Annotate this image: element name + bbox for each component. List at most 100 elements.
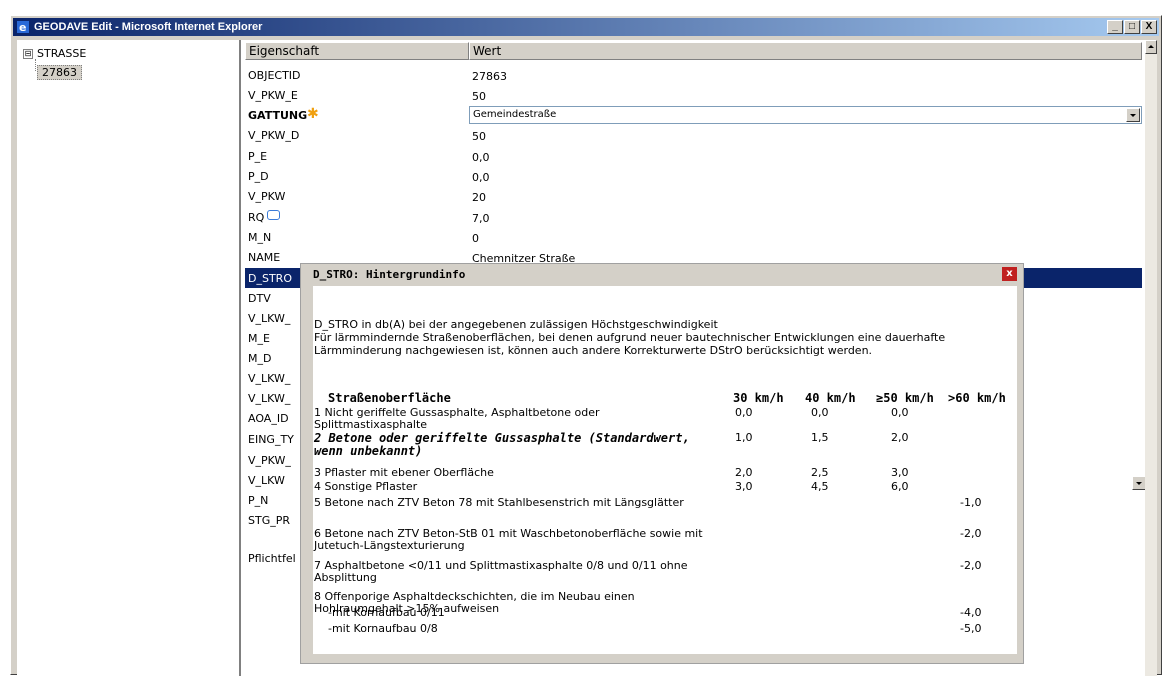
correction-value: 0,0 (891, 406, 909, 419)
chevron-down-icon[interactable] (1126, 108, 1140, 122)
surface-description: 2 Betone oder geriffelte Gussasphalte (S… (314, 431, 690, 458)
table-row[interactable]: RQ 7,0 (245, 207, 1142, 227)
window-title: GEODAVE Edit - Microsoft Internet Explor… (34, 21, 263, 33)
asterisk-icon: ✱ (307, 106, 319, 122)
close-button[interactable]: X (1141, 20, 1157, 34)
correction-value: -1,0 (960, 496, 982, 509)
property-name: NAME (248, 251, 281, 264)
surface-description: 7 Asphaltbetone <0/11 und Splittmastixas… (314, 559, 688, 584)
property-name: EING_TY (248, 433, 294, 446)
correction-value: 6,0 (891, 480, 909, 493)
property-value[interactable]: 50 (472, 90, 486, 103)
popup-title: D_STRO: Hintergrundinfo (313, 268, 466, 281)
col-header-30: 30 km/h (733, 391, 784, 405)
property-name: V_LKW_ (248, 392, 291, 405)
surface-description: -mit Kornaufbau 0/11 (328, 606, 445, 619)
table-row[interactable]: V_PKW_E 50 (245, 85, 1142, 105)
correction-value: 2,0 (891, 431, 909, 444)
collapse-icon[interactable]: ⊟ (23, 49, 33, 59)
property-value[interactable]: 7,0 (472, 212, 490, 225)
svg-text:e: e (19, 21, 26, 34)
property-name: P_D (248, 170, 269, 183)
scroll-up-button[interactable] (1145, 40, 1157, 54)
property-name: D_STRO (248, 272, 292, 285)
popup-close-button[interactable]: x (1002, 267, 1017, 281)
property-name: AOA_ID (248, 412, 289, 425)
gattung-select[interactable]: Gemeindestraße (469, 106, 1142, 124)
property-name: V_PKW_E (248, 89, 298, 102)
popup-body: D_STRO in db(A) bei der angegebenen zulä… (313, 286, 1017, 654)
eing-ty-dropdown-button[interactable] (1132, 476, 1146, 490)
property-name: V_LKW_ (248, 372, 291, 385)
table-row[interactable]: P_E 0,0 (245, 146, 1142, 166)
correction-value: 2,5 (811, 466, 829, 479)
table-row[interactable]: OBJECTID 27863 (245, 65, 1142, 85)
maximize-button[interactable]: □ (1124, 20, 1140, 34)
property-name: V_LKW_ (248, 312, 291, 325)
col-header-40: 40 km/h (805, 391, 856, 405)
property-name: P_E (248, 150, 268, 163)
col-header-surface: Straßenoberfläche (328, 391, 451, 405)
correction-value: -4,0 (960, 606, 982, 619)
title-bar[interactable]: e GEODAVE Edit - Microsoft Internet Expl… (13, 18, 1159, 36)
property-name: DTV (248, 292, 271, 305)
property-name: V_PKW (248, 190, 286, 203)
correction-value: 4,5 (811, 480, 829, 493)
surface-description: -mit Kornaufbau 0/8 (328, 622, 438, 635)
gattung-selected-value: Gemeindestraße (473, 109, 557, 120)
required-fields-note: Pflichtfel (248, 552, 296, 565)
surface-description: 4 Sonstige Pflaster (314, 480, 418, 493)
intro-line-1: D_STRO in db(A) bei der angegebenen zulä… (314, 318, 718, 331)
surface-description: 1 Nicht geriffelte Gussasphalte, Asphalt… (314, 406, 600, 431)
correction-value: 1,5 (811, 431, 829, 444)
property-name: M_E (248, 332, 270, 345)
surface-description: 5 Betone nach ZTV Beton 78 mit Stahlbese… (314, 496, 684, 509)
property-name: V_PKW_D (248, 129, 300, 142)
property-value[interactable]: 0 (472, 232, 479, 245)
property-name: GATTUNG (248, 109, 308, 122)
header-eigenschaft[interactable]: Eigenschaft (245, 42, 469, 60)
header-wert[interactable]: Wert (469, 42, 1142, 60)
correction-value: -2,0 (960, 527, 982, 540)
col-header-50: ≥50 km/h (876, 391, 934, 405)
correction-value: -2,0 (960, 559, 982, 572)
property-value[interactable]: 0,0 (472, 151, 490, 164)
table-row[interactable]: V_PKW 20 (245, 186, 1142, 206)
vertical-scrollbar[interactable] (1145, 40, 1157, 676)
minimize-button[interactable]: _ (1107, 20, 1123, 34)
table-row[interactable]: P_D 0,0 (245, 166, 1142, 186)
correction-value: 1,0 (735, 431, 753, 444)
property-name: STG_PR (248, 514, 291, 527)
correction-value: 3,0 (891, 466, 909, 479)
property-name: V_LKW (248, 474, 285, 487)
tree-panel: ⊟ STRASSE 27863 (17, 40, 241, 676)
property-name: OBJECTID (248, 69, 301, 82)
popup-intro: D_STRO in db(A) bei der angegebenen zulä… (314, 318, 1004, 357)
speech-bubble-icon[interactable] (267, 210, 280, 220)
property-name: V_PKW_ (248, 454, 291, 467)
col-header-60: >60 km/h (948, 391, 1006, 405)
correction-value: 2,0 (735, 466, 753, 479)
tree-node-27863[interactable]: 27863 (37, 65, 82, 80)
property-name: RQ (248, 211, 265, 224)
correction-value: -5,0 (960, 622, 982, 635)
tree-node-label: STRASSE (37, 47, 87, 60)
table-row[interactable]: V_PKW_D 50 (245, 125, 1142, 145)
correction-value: 0,0 (735, 406, 753, 419)
property-name: M_D (248, 352, 272, 365)
intro-line-2: Für lärmmindernde Straßenoberflächen, be… (314, 331, 946, 357)
surface-description: 3 Pflaster mit ebener Oberfläche (314, 466, 494, 479)
ie-icon: e (17, 21, 29, 34)
surface-description: 6 Betone nach ZTV Beton-StB 01 mit Wasch… (314, 527, 703, 552)
property-name: M_N (248, 231, 272, 244)
tree-node-strasse[interactable]: ⊟ STRASSE (23, 47, 86, 60)
correction-value: 3,0 (735, 480, 753, 493)
property-value[interactable]: 20 (472, 191, 486, 204)
property-value[interactable]: 27863 (472, 70, 507, 83)
property-value[interactable]: 0,0 (472, 171, 490, 184)
property-value[interactable]: 50 (472, 130, 486, 143)
table-row[interactable]: GATTUNG ✱ Gemeindestraße (245, 105, 1142, 125)
table-row[interactable]: M_N 0 (245, 227, 1142, 247)
correction-value: 0,0 (811, 406, 829, 419)
property-name: P_N (248, 494, 269, 507)
